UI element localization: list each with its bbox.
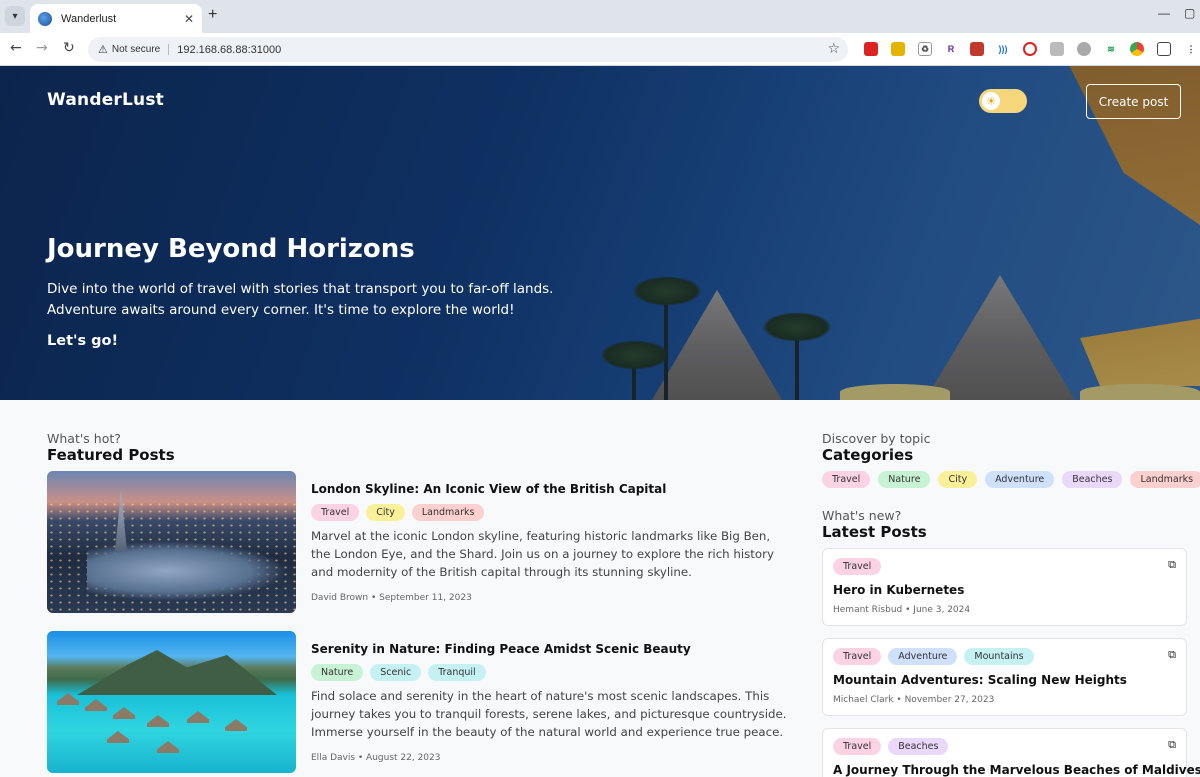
extension-shield-icon[interactable] xyxy=(970,42,984,56)
post-title[interactable]: London Skyline: An Iconic View of the Br… xyxy=(311,482,666,496)
extension-yellow-icon[interactable] xyxy=(891,42,905,56)
tag-adventure[interactable]: Adventure xyxy=(888,648,958,665)
latest-post-meta: Hemant Risbud • June 3, 2024 xyxy=(833,605,971,615)
tag-travel[interactable]: Travel xyxy=(311,504,360,521)
category-city[interactable]: City xyxy=(938,471,978,488)
hero-title: Journey Beyond Horizons xyxy=(47,234,415,264)
category-landmarks[interactable]: Landmarks xyxy=(1130,471,1200,488)
categories-eyebrow: Discover by topic xyxy=(822,431,931,446)
category-travel[interactable]: Travel xyxy=(822,471,871,488)
arrow-right-icon[interactable]: → xyxy=(36,40,48,56)
category-nature[interactable]: Nature xyxy=(878,471,931,488)
post-title[interactable]: Serenity in Nature: Finding Peace Amidst… xyxy=(311,642,691,656)
post-tags: Travel City Landmarks xyxy=(311,504,485,521)
latest-title: Latest Posts xyxy=(822,523,927,541)
latest-post-title[interactable]: Hero in Kubernetes xyxy=(833,583,964,597)
featured-title: Featured Posts xyxy=(47,446,175,464)
tag-landmarks[interactable]: Landmarks xyxy=(411,504,485,521)
tag-scenic[interactable]: Scenic xyxy=(370,664,422,681)
extension-wifi-icon[interactable]: ≋ xyxy=(1104,42,1118,56)
chrome-icon[interactable] xyxy=(1130,42,1144,56)
warning-icon: ⚠ xyxy=(98,43,108,56)
post-tags: Travel Beaches xyxy=(833,738,949,755)
not-secure-label[interactable]: Not secure xyxy=(112,44,170,55)
tag-mountains[interactable]: Mountains xyxy=(964,648,1034,665)
browser-tab[interactable]: Wanderlust ✕ xyxy=(30,4,202,33)
post-meta: David Brown • September 11, 2023 xyxy=(311,593,472,603)
address-bar[interactable]: ⚠ Not secure 192.168.68.88:31000 ☆ xyxy=(88,37,848,62)
globe-icon xyxy=(38,11,52,26)
arrow-left-icon[interactable]: ← xyxy=(10,40,22,56)
latest-post-title[interactable]: A Journey Through the Marvelous Beaches … xyxy=(833,763,1200,777)
site-logo[interactable]: WanderLust xyxy=(47,90,164,110)
external-link-icon[interactable]: ⧉ xyxy=(1168,648,1176,662)
extension-recycle-icon[interactable]: ♻ xyxy=(918,42,932,56)
chevron-down-icon[interactable]: ▾ xyxy=(5,6,25,26)
latest-post-title[interactable]: Mountain Adventures: Scaling New Heights xyxy=(833,673,1127,687)
tag-travel[interactable]: Travel xyxy=(833,648,882,665)
star-icon[interactable]: ☆ xyxy=(827,41,840,57)
tag-travel[interactable]: Travel xyxy=(833,558,882,575)
sun-icon: ☀ xyxy=(982,92,1000,110)
post-tags: Travel Adventure Mountains xyxy=(833,648,1034,665)
new-tab-button[interactable]: + xyxy=(208,6,217,24)
tag-beaches[interactable]: Beaches xyxy=(888,738,949,755)
post-tags: Nature Scenic Tranquil xyxy=(311,664,486,681)
url-text[interactable]: 192.168.68.88:31000 xyxy=(177,44,281,56)
hero-banner xyxy=(0,66,1200,400)
post-meta: Ella Davis • August 22, 2023 xyxy=(311,753,441,763)
external-link-icon[interactable]: ⧉ xyxy=(1168,738,1176,752)
hero-subtitle: Dive into the world of travel with stori… xyxy=(47,281,554,318)
category-beaches[interactable]: Beaches xyxy=(1062,471,1123,488)
tag-city[interactable]: City xyxy=(366,504,405,521)
browser-toolbar: ← → ↻ ⚠ Not secure 192.168.68.88:31000 ☆… xyxy=(0,33,1200,66)
external-link-icon[interactable]: ⧉ xyxy=(1168,558,1176,572)
tab-title: Wanderlust xyxy=(61,12,117,25)
camera-icon[interactable] xyxy=(1050,42,1064,56)
extension-gear-icon[interactable] xyxy=(1077,42,1091,56)
puzzle-icon[interactable] xyxy=(1157,42,1171,56)
lets-go-link[interactable]: Let's go! xyxy=(47,333,118,349)
theme-toggle[interactable]: ☀ xyxy=(979,89,1027,113)
post-excerpt: Find solace and serenity in the heart of… xyxy=(311,689,787,739)
featured-post[interactable]: London Skyline: An Iconic View of the Br… xyxy=(47,471,797,613)
create-post-button[interactable]: Create post xyxy=(1086,84,1181,119)
tag-travel[interactable]: Travel xyxy=(833,738,882,755)
reload-icon[interactable]: ↻ xyxy=(63,40,75,56)
browser-tab-strip: ▾ Wanderlust ✕ + — ▢ xyxy=(0,0,1200,33)
categories-title: Categories xyxy=(822,446,914,464)
latest-post-meta: Michael Clark • November 27, 2023 xyxy=(833,695,995,705)
featured-post[interactable]: Serenity in Nature: Finding Peace Amidst… xyxy=(47,631,797,773)
latest-post-card[interactable]: Travel ⧉ Hero in Kubernetes Hemant Risbu… xyxy=(822,548,1187,626)
latest-post-card[interactable]: Travel Beaches ⧉ A Journey Through the M… xyxy=(822,728,1200,777)
close-icon[interactable]: ✕ xyxy=(184,12,194,26)
extension-timer-icon[interactable] xyxy=(1023,42,1037,56)
post-excerpt: Marvel at the iconic London skyline, fea… xyxy=(311,529,774,579)
tag-nature[interactable]: Nature xyxy=(311,664,364,681)
category-adventure[interactable]: Adventure xyxy=(985,471,1055,488)
post-image-london[interactable] xyxy=(47,471,296,613)
extension-wave-icon[interactable]: ))) xyxy=(996,42,1010,56)
tag-tranquil[interactable]: Tranquil xyxy=(428,664,486,681)
category-list: Travel Nature City Adventure Beaches Lan… xyxy=(822,471,1200,488)
minimize-icon[interactable]: — xyxy=(1158,6,1170,20)
maximize-icon[interactable]: ▢ xyxy=(1184,6,1195,20)
extension-r-icon[interactable]: R xyxy=(944,42,958,56)
menu-icon[interactable]: ⋮ xyxy=(1184,42,1198,56)
latest-post-card[interactable]: Travel Adventure Mountains ⧉ Mountain Ad… xyxy=(822,638,1187,716)
extension-red-icon[interactable] xyxy=(864,42,878,56)
post-image-beach[interactable] xyxy=(47,631,296,773)
post-tags: Travel xyxy=(833,558,882,575)
featured-eyebrow: What's hot? xyxy=(47,431,121,446)
latest-eyebrow: What's new? xyxy=(822,508,902,523)
